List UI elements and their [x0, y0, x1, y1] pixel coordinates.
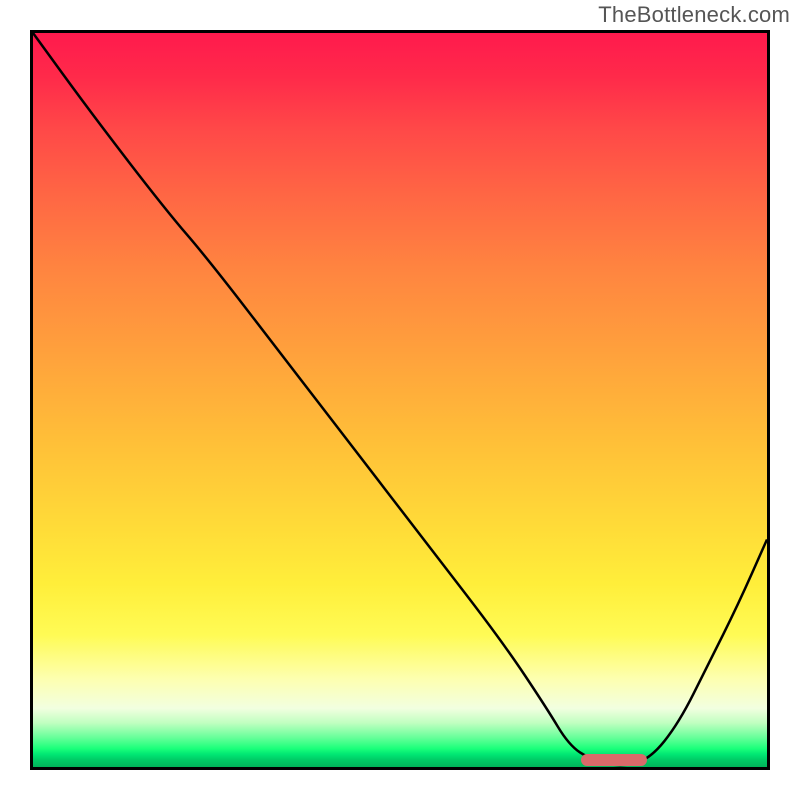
watermark-text: TheBottleneck.com	[598, 2, 790, 28]
plot-area	[30, 30, 770, 770]
bottleneck-curve	[33, 33, 767, 767]
optimal-range-marker	[581, 754, 648, 766]
chart-frame: TheBottleneck.com	[0, 0, 800, 800]
